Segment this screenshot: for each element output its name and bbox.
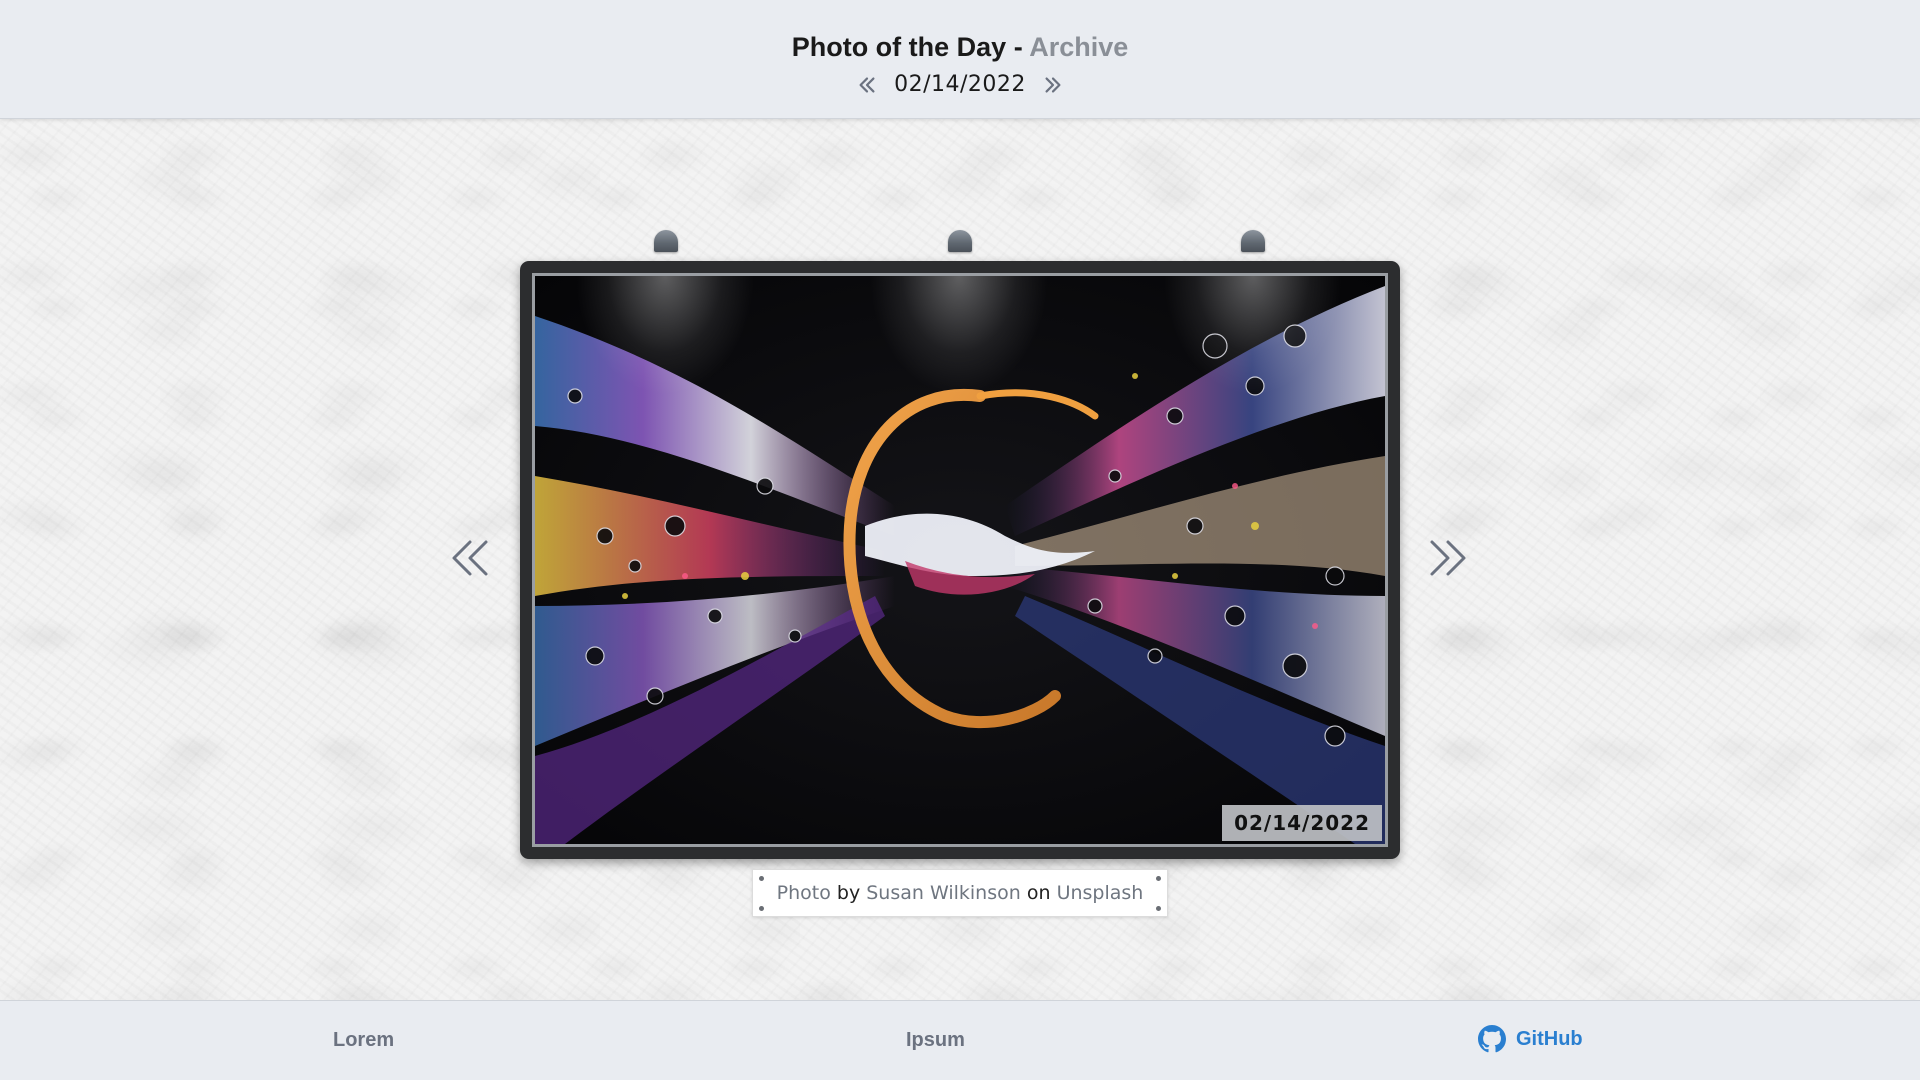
pin-dot: [1156, 906, 1161, 911]
photo-frame: 02/14/2022: [520, 261, 1400, 859]
photo-of-the-day[interactable]: 02/14/2022: [535, 276, 1385, 844]
double-chevron-right-icon[interactable]: [1042, 74, 1064, 96]
current-date: 02/14/2022: [894, 72, 1026, 97]
github-icon: [1478, 1025, 1506, 1053]
author-link[interactable]: Susan Wilkinson: [866, 882, 1021, 904]
page-footer: Lorem Ipsum GitHub: [0, 1000, 1920, 1080]
page-subtitle: Archive: [1029, 32, 1129, 62]
pin-dot: [759, 876, 764, 881]
source-link[interactable]: Unsplash: [1057, 882, 1144, 904]
github-label: GitHub: [1516, 1027, 1583, 1050]
spotlight-left: [654, 230, 678, 252]
pin-dot: [1156, 876, 1161, 881]
pin-dot: [759, 906, 764, 911]
page-title: Photo of the Day - Archive: [0, 32, 1920, 63]
title-separator: -: [1013, 32, 1023, 62]
photo-link[interactable]: Photo: [777, 882, 831, 904]
footer-link-lorem[interactable]: Lorem: [333, 1029, 394, 1052]
photo-mat: 02/14/2022: [532, 273, 1388, 847]
footer-link-ipsum[interactable]: Ipsum: [906, 1029, 965, 1052]
photo-credit: Photo by Susan Wilkinson on Unsplash: [752, 869, 1168, 917]
credit-on: on: [1026, 882, 1051, 904]
footer-link-github[interactable]: GitHub: [1478, 1025, 1583, 1053]
next-photo-arrow-icon[interactable]: [1426, 536, 1470, 580]
photo-date-stamp: 02/14/2022: [1222, 805, 1382, 841]
abstract-fluid-art-image: [535, 276, 1385, 844]
page-title-main: Photo of the Day: [791, 32, 1007, 62]
spotlight-right: [1241, 230, 1265, 252]
page-header: Photo of the Day - Archive 02/14/2022: [0, 0, 1920, 119]
credit-by: by: [836, 882, 861, 904]
spotlight-center: [948, 230, 972, 252]
date-navigation: 02/14/2022: [0, 72, 1920, 97]
previous-photo-arrow-icon[interactable]: [448, 536, 492, 580]
double-chevron-left-icon[interactable]: [856, 74, 878, 96]
